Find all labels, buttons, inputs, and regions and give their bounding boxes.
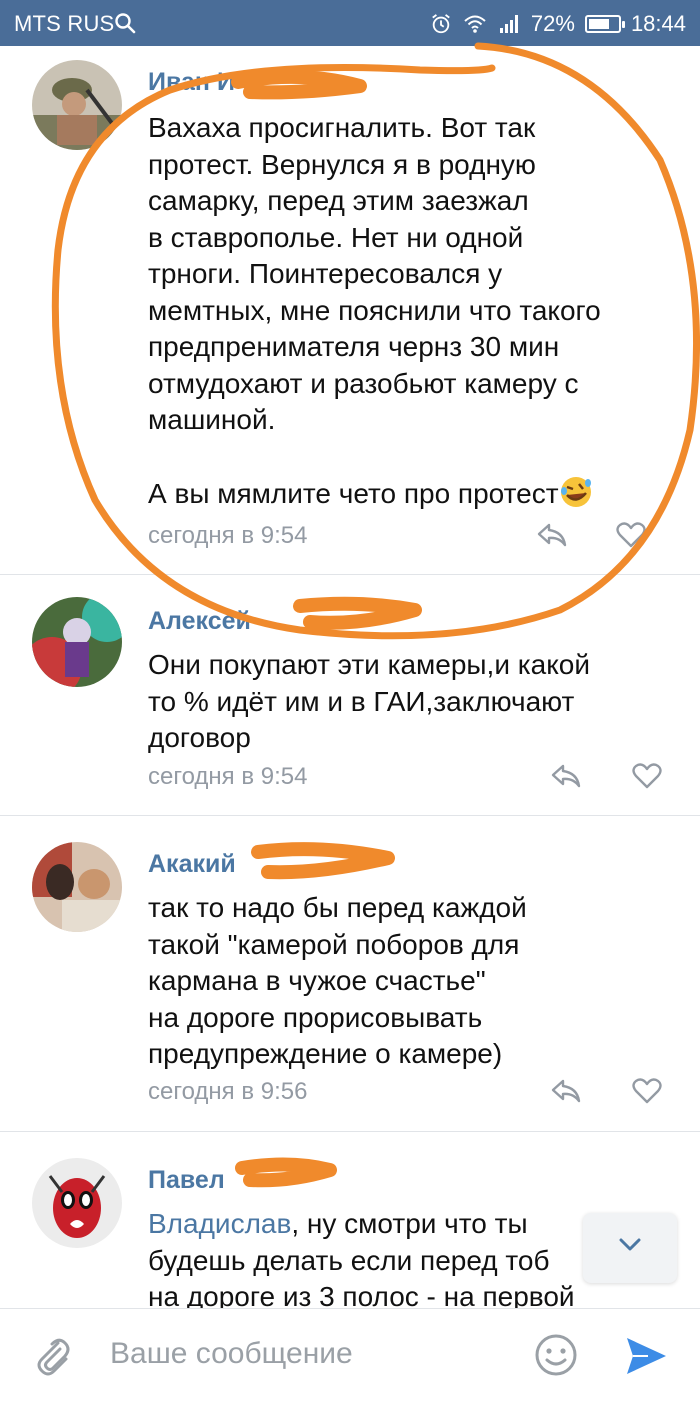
- comment-item: Алексей Они покупают эти камеры,и какой …: [0, 575, 700, 816]
- battery-percent: 72%: [530, 11, 575, 36]
- signal-icon: [499, 15, 518, 33]
- reply-icon[interactable]: [536, 522, 568, 548]
- avatar[interactable]: [32, 597, 122, 687]
- message-input[interactable]: Ваше сообщение: [110, 1337, 353, 1371]
- comment-author[interactable]: Алексей: [148, 607, 251, 636]
- comment-text: Они покупают эти камеры,и какой то % идё…: [148, 649, 590, 753]
- battery-level-fill: [588, 19, 609, 29]
- scroll-down-button[interactable]: [583, 1213, 677, 1283]
- comment-author[interactable]: Павел: [148, 1166, 225, 1195]
- chevron-down-icon: [619, 1238, 641, 1251]
- heart-icon[interactable]: [632, 763, 662, 789]
- reply-icon[interactable]: [550, 1078, 582, 1104]
- heart-icon[interactable]: [632, 1078, 662, 1104]
- avatar[interactable]: [32, 1158, 122, 1248]
- paperclip-icon[interactable]: [32, 1335, 72, 1379]
- avatar[interactable]: [32, 60, 122, 150]
- comment-item: Акакий так то надо бы перед каждой такой…: [0, 816, 700, 1132]
- comment-time: сегодня в 9:54: [148, 763, 308, 790]
- mention-link[interactable]: Владислав: [148, 1208, 291, 1239]
- emoji-icon[interactable]: [534, 1333, 578, 1377]
- wifi-icon: [464, 15, 486, 33]
- comment-time: сегодня в 9:56: [148, 1078, 308, 1105]
- comment-author[interactable]: Акакий: [148, 850, 236, 879]
- send-icon[interactable]: [624, 1335, 668, 1377]
- alarm-icon: [432, 14, 450, 34]
- battery-icon: [584, 15, 625, 33]
- clock: 18:44: [630, 11, 686, 36]
- message-composer: Ваше сообщение: [0, 1308, 700, 1401]
- rolling-laughing-emoji: [560, 477, 591, 507]
- search-icon: [115, 13, 136, 34]
- comment-item: Иван И Вахаха просигналить. Вот так прот…: [0, 46, 700, 575]
- comment-body: Вахаха просигналить. Вот так протест. Ве…: [148, 112, 601, 509]
- avatar[interactable]: [32, 842, 122, 932]
- comment-text: так то надо бы перед каждой такой "камер…: [148, 892, 527, 1069]
- heart-icon[interactable]: [616, 522, 646, 548]
- comment-author[interactable]: Иван И: [148, 68, 235, 97]
- status-bar: MTS RUS 72% 18:44: [0, 0, 700, 46]
- comment-time: сегодня в 9:54: [148, 522, 308, 549]
- comments-list[interactable]: Иван И Вахаха просигналить. Вот так прот…: [0, 46, 700, 1308]
- reply-icon[interactable]: [550, 763, 582, 789]
- comment-text: Вахаха просигналить. Вот так протест. Ве…: [148, 110, 670, 513]
- carrier-name: MTS RUS: [14, 11, 115, 36]
